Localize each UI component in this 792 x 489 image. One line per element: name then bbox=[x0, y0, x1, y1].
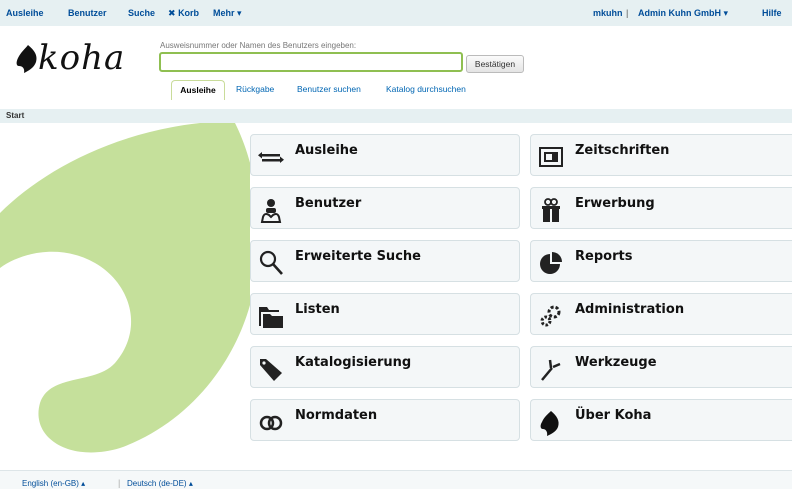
tab-search-patrons[interactable]: Benutzer suchen bbox=[297, 80, 361, 100]
footer-divider: | bbox=[118, 478, 121, 488]
breadcrumb: Start bbox=[0, 109, 792, 123]
module-reports-button[interactable]: Reports bbox=[530, 240, 792, 282]
top-navigation-bar: Ausleihe Benutzer Suche ✖︎ Korb Mehr ▾ m… bbox=[0, 0, 792, 26]
language-english-label: English (en-GB) bbox=[22, 479, 79, 488]
language-english-link[interactable]: English (en-GB) ▴ bbox=[22, 479, 85, 488]
module-label: Administration bbox=[575, 302, 685, 317]
authorities-icon bbox=[259, 415, 283, 431]
module-label: Ausleihe bbox=[295, 143, 358, 158]
module-lists-button[interactable]: Listen bbox=[250, 293, 520, 335]
search-icon bbox=[259, 250, 283, 275]
search-hint-label: Ausweisnummer oder Namen des Benutzers e… bbox=[160, 41, 357, 50]
nav-cart-link[interactable]: ✖︎ Korb bbox=[168, 8, 199, 19]
patrons-icon bbox=[260, 199, 282, 223]
module-acquisitions-button[interactable]: Erwerbung bbox=[530, 187, 792, 229]
circulation-icon bbox=[258, 152, 284, 163]
koha-logo-text[interactable]: koha bbox=[38, 38, 125, 78]
reports-icon bbox=[540, 252, 562, 274]
module-label: Benutzer bbox=[295, 196, 362, 211]
acquisitions-icon bbox=[542, 198, 560, 222]
module-patrons-button[interactable]: Benutzer bbox=[250, 187, 520, 229]
module-label: Erwerbung bbox=[575, 196, 655, 211]
administration-icon bbox=[540, 305, 561, 327]
cataloging-icon bbox=[260, 359, 282, 381]
tab-search-catalog[interactable]: Katalog durchsuchen bbox=[386, 80, 466, 100]
module-administration-button[interactable]: Administration bbox=[530, 293, 792, 335]
tab-circulation[interactable]: Ausleihe bbox=[171, 80, 225, 100]
module-label: Werkzeuge bbox=[575, 355, 657, 370]
nav-divider: | bbox=[626, 8, 629, 18]
koha-icon bbox=[540, 411, 559, 436]
serials-icon bbox=[539, 147, 563, 167]
module-label: Erweiterte Suche bbox=[295, 249, 421, 264]
module-cataloging-button[interactable]: Katalogisierung bbox=[250, 346, 520, 388]
lists-icon bbox=[259, 307, 283, 328]
koha-curl-decoration bbox=[0, 123, 250, 453]
module-advanced-search-button[interactable]: Erweiterte Suche bbox=[250, 240, 520, 282]
module-label: Listen bbox=[295, 302, 340, 317]
chevron-down-icon: ▾ bbox=[723, 8, 729, 18]
chevron-up-icon: ▴ bbox=[81, 479, 86, 488]
module-authorities-button[interactable]: Normdaten bbox=[250, 399, 520, 441]
language-german-link[interactable]: Deutsch (de-DE) ▴ bbox=[127, 479, 193, 488]
chevron-down-icon: ▾ bbox=[237, 8, 242, 18]
module-label: Über Koha bbox=[575, 408, 652, 423]
module-label: Normdaten bbox=[295, 408, 378, 423]
language-footer: English (en-GB) ▴ | Deutsch (de-DE) ▴ bbox=[0, 470, 792, 489]
nav-patrons-link[interactable]: Benutzer bbox=[68, 8, 107, 18]
module-tools-button[interactable]: Werkzeuge bbox=[530, 346, 792, 388]
module-about-koha-button[interactable]: Über Koha bbox=[530, 399, 792, 441]
nav-cart-label: Korb bbox=[178, 8, 200, 18]
module-serials-button[interactable]: Zeitschriften bbox=[530, 134, 792, 176]
module-circulation-button[interactable]: Ausleihe bbox=[250, 134, 520, 176]
koha-logo-icon bbox=[16, 45, 37, 73]
chevron-up-icon: ▴ bbox=[188, 479, 193, 488]
nav-more-label: Mehr bbox=[213, 8, 235, 18]
cart-icon: ✖︎ bbox=[168, 8, 176, 18]
breadcrumb-home[interactable]: Start bbox=[6, 111, 24, 120]
help-link[interactable]: Hilfe bbox=[762, 8, 782, 18]
module-label: Zeitschriften bbox=[575, 143, 670, 158]
logged-in-user-link[interactable]: mkuhn bbox=[593, 8, 623, 18]
branch-label: Admin Kuhn GmbH bbox=[638, 8, 721, 18]
submit-button[interactable]: Bestätigen bbox=[466, 55, 524, 73]
nav-search-link[interactable]: Suche bbox=[128, 8, 155, 18]
nav-more-menu[interactable]: Mehr ▾ bbox=[213, 8, 242, 19]
module-label: Katalogisierung bbox=[295, 355, 412, 370]
nav-circulation-link[interactable]: Ausleihe bbox=[6, 8, 44, 18]
branch-menu[interactable]: Admin Kuhn GmbH ▾ bbox=[638, 8, 728, 19]
tab-checkin[interactable]: Rückgabe bbox=[236, 80, 274, 100]
module-label: Reports bbox=[575, 249, 633, 264]
patron-search-input[interactable] bbox=[159, 52, 463, 72]
language-german-label: Deutsch (de-DE) bbox=[127, 479, 187, 488]
tools-icon bbox=[541, 359, 561, 381]
